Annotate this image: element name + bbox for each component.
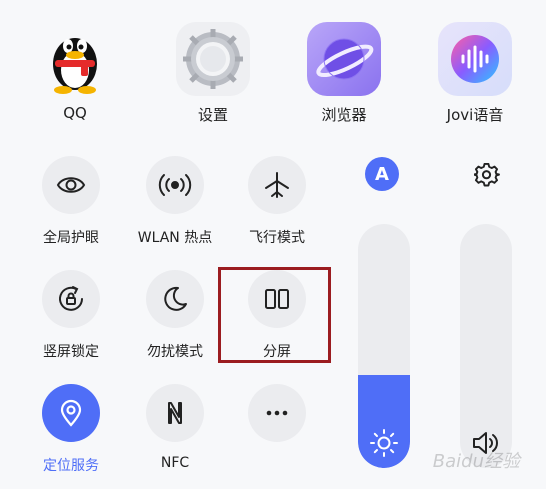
rotation-lock-icon bbox=[42, 270, 100, 328]
app-label: 浏览器 bbox=[321, 106, 367, 124]
tile-label: 全局护眼 bbox=[43, 230, 99, 246]
split-screen-highlight bbox=[218, 267, 331, 363]
browser-planet-icon bbox=[307, 22, 381, 96]
app-label: Jovi语音 bbox=[446, 106, 504, 124]
tile-label: WLAN 热点 bbox=[137, 230, 213, 246]
tile-airplane-mode[interactable]: 飞行模式 bbox=[222, 156, 332, 247]
app-label: QQ bbox=[63, 104, 87, 122]
app-settings[interactable]: 设置 bbox=[168, 22, 258, 124]
tile-do-not-disturb[interactable]: 勿扰模式 bbox=[120, 270, 230, 361]
app-qq[interactable]: QQ bbox=[30, 22, 120, 122]
tile-eye-comfort[interactable]: 全局护眼 bbox=[16, 156, 126, 247]
tile-nfc[interactable]: NFC bbox=[120, 384, 230, 471]
auto-brightness-label: A bbox=[375, 163, 389, 185]
watermark: Baidu经验 bbox=[432, 451, 520, 472]
app-jovi[interactable]: Jovi语音 bbox=[430, 22, 520, 124]
gear-icon[interactable] bbox=[472, 160, 502, 190]
tile-label: 竖屏锁定 bbox=[43, 344, 99, 360]
tile-label: 勿扰模式 bbox=[147, 344, 203, 360]
tile-label: 定位服务 bbox=[43, 458, 99, 474]
tile-label: 飞行模式 bbox=[249, 230, 305, 246]
tile-label: NFC bbox=[160, 455, 190, 471]
jovi-voice-icon bbox=[438, 22, 512, 96]
hotspot-icon bbox=[146, 156, 204, 214]
eye-icon bbox=[42, 156, 100, 214]
nfc-icon bbox=[146, 384, 204, 442]
settings-gear-icon bbox=[176, 22, 250, 96]
location-icon bbox=[42, 384, 100, 442]
tile-wlan-hotspot[interactable]: WLAN 热点 bbox=[120, 156, 230, 247]
airplane-icon bbox=[248, 156, 306, 214]
qq-penguin-icon bbox=[38, 22, 112, 96]
tile-rotation-lock[interactable]: 竖屏锁定 bbox=[16, 270, 126, 361]
auto-brightness-button[interactable]: A bbox=[365, 157, 399, 191]
volume-slider[interactable] bbox=[460, 224, 512, 468]
brightness-slider[interactable] bbox=[358, 224, 410, 468]
app-label: 设置 bbox=[197, 106, 228, 124]
moon-icon bbox=[146, 270, 204, 328]
brightness-sun-icon bbox=[358, 428, 410, 458]
more-icon bbox=[248, 384, 306, 442]
tile-location-service[interactable]: 定位服务 bbox=[16, 384, 126, 475]
tile-more[interactable] bbox=[222, 384, 332, 455]
app-browser[interactable]: 浏览器 bbox=[299, 22, 389, 124]
